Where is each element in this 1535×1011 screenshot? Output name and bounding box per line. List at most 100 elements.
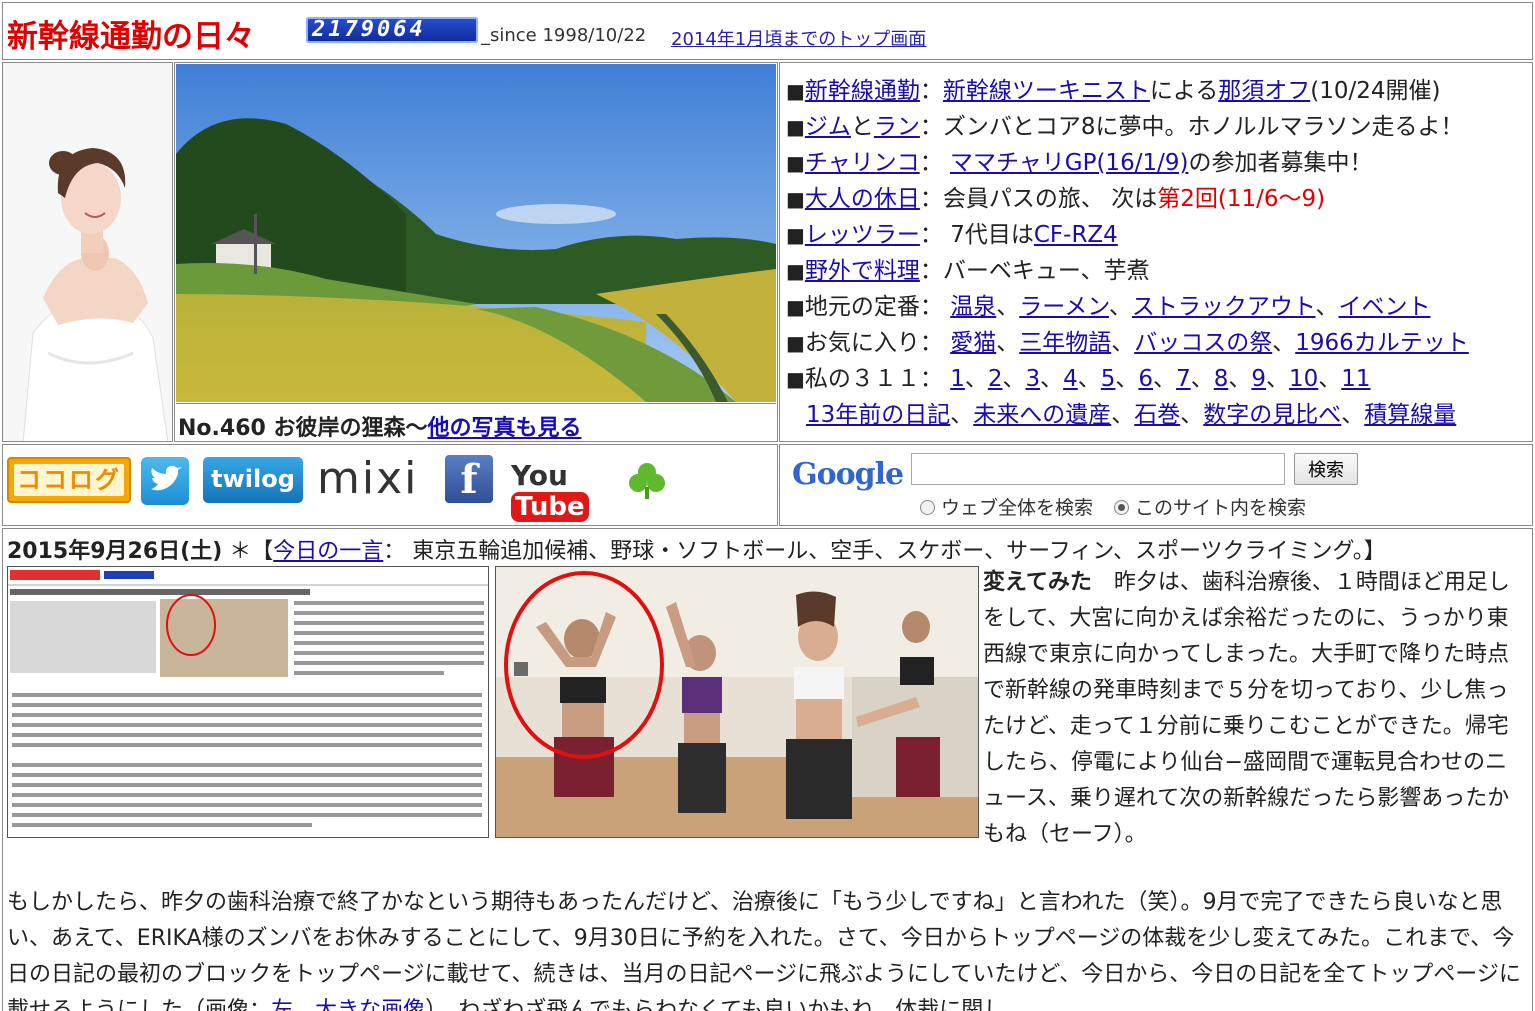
portrait-illustration: [3, 63, 172, 441]
diary-13-years-link[interactable]: 13年前の日記: [806, 402, 950, 428]
struck-out-link[interactable]: ストラックアウト: [1132, 294, 1316, 320]
menu-text: ：バーベキュー、芋煮: [919, 258, 1150, 284]
old-top-link[interactable]: 2014年1月頃までのトップ画面: [671, 25, 926, 51]
diary-body-paragraph: もしかしたら、昨夕の歯科治療で終了かなという期待もあったんだけど、治療後に「もう…: [7, 890, 1521, 1011]
menu-text: ：: [919, 150, 943, 176]
next-trip-date: 第2回(11/6〜9): [1157, 186, 1326, 212]
image-left-link[interactable]: 左: [271, 998, 293, 1011]
page-screenshot-thumbnail[interactable]: [7, 566, 489, 838]
link-311-7[interactable]: 7: [1176, 366, 1191, 392]
quartet-link[interactable]: 1966カルテット: [1295, 330, 1469, 356]
cat-link[interactable]: 愛猫: [950, 330, 996, 356]
future-heritage-link[interactable]: 未来への遺産: [973, 402, 1111, 428]
menu-line-outdoor: ■野外で料理：バーベキュー、芋煮: [786, 253, 1532, 289]
commute-link[interactable]: 新幹線通勤: [805, 78, 920, 104]
search-input[interactable]: [911, 453, 1285, 485]
link-311-3[interactable]: 3: [1026, 366, 1041, 392]
cocolog-icon[interactable]: ココログ: [7, 457, 131, 503]
mamachari-gp-link[interactable]: ママチャリGP(16/1/9): [950, 150, 1188, 176]
separator: 、: [1180, 402, 1204, 428]
youtube-tube-label: Tube: [511, 492, 589, 522]
lets-note-link[interactable]: レッツラー: [805, 222, 920, 248]
separator: 、: [1111, 330, 1135, 356]
clover-icon[interactable]: [627, 461, 667, 501]
separator: 、: [1040, 366, 1064, 392]
diary-date: 2015年9月26日(土): [7, 539, 223, 564]
separator: 、: [996, 330, 1020, 356]
menu-line-311: ■私の３１１： 1、2、3、4、5、6、7、8、9、10、11: [786, 361, 1532, 397]
link-311-10[interactable]: 10: [1289, 366, 1318, 392]
separator: 、: [1272, 330, 1296, 356]
radio-site[interactable]: このサイト内を検索: [1114, 493, 1306, 520]
link-311-5[interactable]: 5: [1101, 366, 1116, 392]
mixi-icon[interactable]: mixi: [317, 453, 429, 505]
link-311-6[interactable]: 6: [1138, 366, 1153, 392]
link-311-4[interactable]: 4: [1063, 366, 1078, 392]
separator: 、: [1265, 366, 1289, 392]
onsen-link[interactable]: 温泉: [950, 294, 996, 320]
facebook-icon[interactable]: f: [445, 455, 493, 503]
phrase-of-day-link[interactable]: 今日の一言: [273, 539, 383, 564]
separator: 、: [1002, 366, 1026, 392]
nasu-off-link[interactable]: 那須オフ: [1218, 78, 1310, 104]
ramen-link[interactable]: ラーメン: [1019, 294, 1109, 320]
youtube-icon[interactable]: YouTube: [511, 459, 609, 522]
twilog-icon[interactable]: twilog: [203, 457, 303, 503]
run-link[interactable]: ラン: [874, 114, 920, 140]
radio-web-label: ウェブ全体を検索: [941, 497, 1094, 519]
separator: 、: [1341, 402, 1365, 428]
dose-link[interactable]: 積算線量: [1364, 402, 1456, 428]
menu-line-commute: ■新幹線通勤：新幹線ツーキニストによる那須オフ(10/24開催): [786, 73, 1532, 109]
radio-site-dot[interactable]: [1114, 500, 1129, 515]
since-date: _since 1998/10/22: [481, 25, 647, 46]
tsukinist-link[interactable]: 新幹線ツーキニスト: [943, 78, 1150, 104]
link-311-8[interactable]: 8: [1214, 366, 1229, 392]
separator: 、: [1108, 294, 1132, 320]
social-links: ココログ twilog mixi f YouTube: [2, 444, 778, 526]
event-link[interactable]: イベント: [1338, 294, 1430, 320]
separator: 、: [950, 402, 974, 428]
diary-header: 2015年9月26日(土) ＊【今日の一言： 東京五輪追加候補、野球・ソフトボー…: [7, 533, 1532, 565]
separator: 、: [996, 294, 1020, 320]
menu-line-gym: ■ジムとラン：ズンバとコア8に夢中。ホノルルマラソン走るよ！: [786, 109, 1532, 145]
menu-text: ：会員パスの旅、 次は: [919, 186, 1158, 212]
link-311-1[interactable]: 1: [950, 366, 965, 392]
link-311-9[interactable]: 9: [1251, 366, 1266, 392]
bullet: ■: [786, 259, 805, 283]
separator: ：: [919, 78, 943, 104]
separator: 、: [1318, 366, 1342, 392]
link-311-2[interactable]: 2: [988, 366, 1003, 392]
bicycle-link[interactable]: チャリンコ: [805, 150, 920, 176]
ishinomaki-link[interactable]: 石巻: [1134, 402, 1180, 428]
radio-web[interactable]: ウェブ全体を検索: [920, 493, 1093, 520]
landscape-photo[interactable]: [176, 64, 776, 402]
cf-rz4-link[interactable]: CF-RZ4: [1034, 222, 1118, 248]
outdoor-cooking-link[interactable]: 野外で料理: [805, 258, 920, 284]
topic-menu: ■新幹線通勤：新幹線ツーキニストによる那須オフ(10/24開催) ■ジムとラン：…: [779, 62, 1533, 442]
separator: 、: [293, 998, 316, 1011]
search-button[interactable]: 検索: [1294, 453, 1358, 485]
twitter-icon[interactable]: [141, 457, 189, 505]
radio-web-dot[interactable]: [920, 500, 935, 515]
diary-body-text: もしかしたら、昨夕の歯科治療で終了かなという期待もあったんだけど、治療後に「もう…: [7, 885, 1531, 1011]
menu-text: ： 7代目は: [919, 222, 1034, 248]
bullet: ■: [786, 295, 805, 319]
bacchus-link[interactable]: バッコスの祭: [1134, 330, 1272, 356]
bullet: ■: [786, 151, 805, 175]
clover-shape-icon: [629, 463, 665, 499]
bullet: ■: [786, 367, 805, 391]
link-311-11[interactable]: 11: [1341, 366, 1370, 392]
adult-holiday-link[interactable]: 大人の休日: [805, 186, 920, 212]
diary-side-paragraph: 昨夕は、歯科治療後、１時間ほど用足しをして、大宮に向かえば余裕だったのに、うっか…: [983, 570, 1510, 847]
gym-link[interactable]: ジム: [805, 114, 851, 140]
sannen-monogatari-link[interactable]: 三年物語: [1019, 330, 1111, 356]
large-image-link[interactable]: 大きな画像: [315, 998, 425, 1011]
youtube-you-label: You: [511, 459, 568, 492]
dance-photo[interactable]: [495, 566, 979, 838]
menu-text: 地元の定番：: [804, 294, 943, 320]
menu-text: と: [850, 114, 874, 140]
more-photos-link[interactable]: 他の写真も見る: [427, 416, 581, 441]
bullet: ■: [786, 115, 805, 139]
number-compare-link[interactable]: 数字の見比べ: [1203, 402, 1341, 428]
menu-text: による: [1149, 78, 1219, 104]
